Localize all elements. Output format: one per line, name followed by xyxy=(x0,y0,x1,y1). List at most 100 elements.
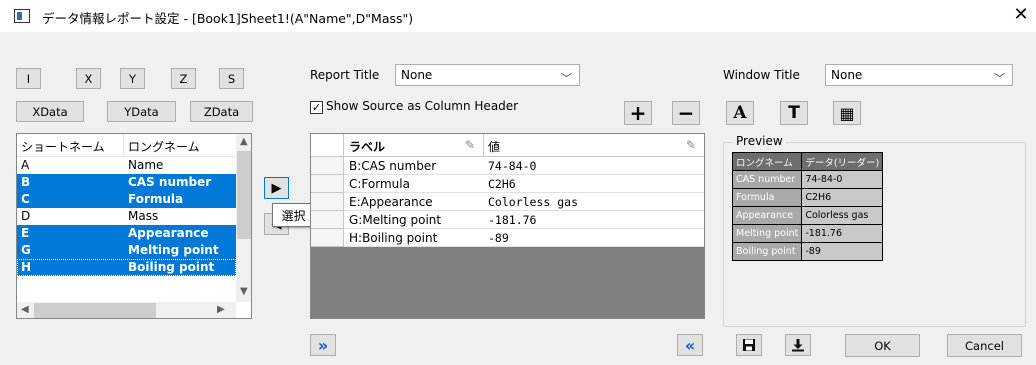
table-row[interactable]: H:Boiling point -89 xyxy=(311,229,704,247)
collapse-button[interactable]: « xyxy=(677,334,703,356)
font-format-button[interactable]: A xyxy=(726,101,754,125)
app-icon xyxy=(14,9,30,23)
horizontal-scrollbar[interactable]: ◀ ▶ xyxy=(17,302,236,318)
scroll-right-icon[interactable]: ▶ xyxy=(217,304,225,315)
list-item-short: H xyxy=(21,260,32,274)
remove-row-button[interactable]: − xyxy=(672,101,700,125)
list-item-long: Appearance xyxy=(128,226,209,240)
tooltip: 選択 xyxy=(272,203,315,227)
list-item-short: A xyxy=(21,158,30,172)
table-row[interactable]: G:Melting point -181.76 xyxy=(311,211,704,229)
list-item-long: Boiling point xyxy=(128,260,215,274)
preview-key-cell: Appearance xyxy=(731,206,803,225)
scroll-up-icon[interactable]: ▲ xyxy=(240,136,248,147)
list-item[interactable]: H Boiling point xyxy=(17,259,236,276)
pencil-icon[interactable]: ✎ xyxy=(686,138,696,152)
row-header[interactable] xyxy=(311,175,344,193)
row-header[interactable] xyxy=(311,157,344,175)
download-icon[interactable] xyxy=(785,334,811,356)
short-name-header[interactable]: ショートネーム xyxy=(17,134,124,156)
column-list-header: ショートネーム ロングネーム xyxy=(17,134,236,157)
grid-cell-value[interactable]: -89 xyxy=(484,229,704,247)
vertical-scrollbar[interactable]: ▲ ▼ xyxy=(236,134,251,302)
preview-value-cell: Colorless gas xyxy=(801,206,884,225)
zdata-button[interactable]: ZData xyxy=(190,101,253,122)
text-format-button[interactable]: T xyxy=(780,101,808,125)
preview-header-cell: ロングネーム xyxy=(731,152,803,171)
grid-cell-label[interactable]: H:Boiling point xyxy=(344,229,484,247)
report-title-value: None xyxy=(401,68,433,82)
scroll-left-icon[interactable]: ◀ xyxy=(21,304,29,315)
grid-cell-value[interactable]: Colorless gas xyxy=(484,193,704,211)
save-icon[interactable] xyxy=(736,334,762,356)
list-item-long: Mass xyxy=(128,209,159,223)
preview-key-cell: Melting point xyxy=(731,224,803,243)
xdata-button[interactable]: XData xyxy=(16,101,84,122)
axis-button-y[interactable]: Y xyxy=(120,68,145,89)
grid-header-label-text: ラベル xyxy=(349,140,386,154)
table-row[interactable]: C:Formula C2H6 xyxy=(311,175,704,193)
close-icon[interactable]: ✕ xyxy=(1010,4,1032,26)
table-row[interactable]: E:Appearance Colorless gas xyxy=(311,193,704,211)
preview-key-cell: CAS number xyxy=(731,170,803,189)
grid-cell-value[interactable]: -181.76 xyxy=(484,211,704,229)
chevron-down-icon: ﹀ xyxy=(994,72,1005,85)
cancel-button[interactable]: Cancel xyxy=(947,334,1022,357)
row-header[interactable] xyxy=(311,211,344,229)
table-row[interactable]: B:CAS number 74-84-0 xyxy=(311,157,704,175)
preview-row: Melting point -181.76 xyxy=(731,224,884,243)
preview-key-cell: Formula xyxy=(731,188,803,207)
window-title: データ情報レポート設定 - [Book1]Sheet1!(A"Name",D"M… xyxy=(42,11,414,26)
preview-label: Preview xyxy=(733,134,786,148)
show-source-checkbox[interactable]: ✓ xyxy=(310,101,323,114)
list-item-long: Formula xyxy=(128,192,184,206)
list-item[interactable]: C Formula xyxy=(17,191,236,208)
report-grid[interactable]: ラベル ✎ 値 ✎ B:CAS number 74-84-0 C:Formula… xyxy=(310,133,705,319)
window-title-value: None xyxy=(831,68,863,82)
axis-button-s[interactable]: S xyxy=(219,68,244,89)
list-item-short: E xyxy=(21,226,30,240)
pencil-icon[interactable]: ✎ xyxy=(465,138,475,152)
axis-button-i[interactable]: I xyxy=(16,68,41,89)
expand-button[interactable]: » xyxy=(310,334,336,356)
row-header[interactable] xyxy=(311,229,344,247)
list-item-long: Melting point xyxy=(128,243,219,257)
ydata-button[interactable]: YData xyxy=(107,101,176,122)
axis-button-z[interactable]: Z xyxy=(171,68,196,89)
list-item[interactable]: B CAS number xyxy=(17,174,236,191)
preview-row: Boiling point -89 xyxy=(731,242,884,261)
grid-cell-label[interactable]: B:CAS number xyxy=(344,157,484,175)
vertical-scroll-thumb[interactable] xyxy=(237,151,251,239)
grid-cell-label[interactable]: E:Appearance xyxy=(344,193,484,211)
preview-value-cell: -89 xyxy=(801,242,884,261)
grid-cell-label[interactable]: G:Melting point xyxy=(344,211,484,229)
report-title-select[interactable]: None ﹀ xyxy=(395,64,580,86)
grid-cell-value[interactable]: 74-84-0 xyxy=(484,157,704,175)
list-item[interactable]: E Appearance xyxy=(17,225,236,242)
ok-button[interactable]: OK xyxy=(845,334,920,357)
list-item[interactable]: G Melting point xyxy=(17,242,236,259)
list-item-short: C xyxy=(21,192,30,206)
preview-key-cell: Boiling point xyxy=(731,242,803,261)
grid-header-value-text: 値 xyxy=(488,140,501,154)
add-row-button[interactable]: + xyxy=(624,101,652,125)
list-item-short: G xyxy=(21,243,31,257)
table-format-button[interactable]: ▦ xyxy=(833,101,861,125)
row-header[interactable] xyxy=(311,193,344,211)
grid-header-value: 値 ✎ xyxy=(484,134,704,156)
window-title-select[interactable]: None ﹀ xyxy=(825,64,1013,86)
report-title-label: Report Title xyxy=(310,68,380,82)
list-item[interactable]: D Mass xyxy=(17,208,236,225)
preview-table: ロングネーム データ(リーダー) CAS number 74-84-0 Form… xyxy=(731,152,884,261)
add-to-report-button[interactable]: ▶ xyxy=(264,177,289,199)
axis-button-x[interactable]: X xyxy=(76,68,101,89)
grid-cell-value[interactable]: C2H6 xyxy=(484,175,704,193)
grid-cell-label[interactable]: C:Formula xyxy=(344,175,484,193)
scroll-down-icon[interactable]: ▼ xyxy=(240,286,248,297)
chevron-down-icon: ﹀ xyxy=(561,72,572,85)
column-list[interactable]: ショートネーム ロングネーム A Name B CAS number C For… xyxy=(16,133,252,319)
list-item[interactable]: A Name xyxy=(17,157,236,174)
long-name-header[interactable]: ロングネーム xyxy=(124,134,236,156)
horizontal-scroll-thumb[interactable] xyxy=(34,303,156,318)
floppy-disk-icon xyxy=(743,339,755,351)
